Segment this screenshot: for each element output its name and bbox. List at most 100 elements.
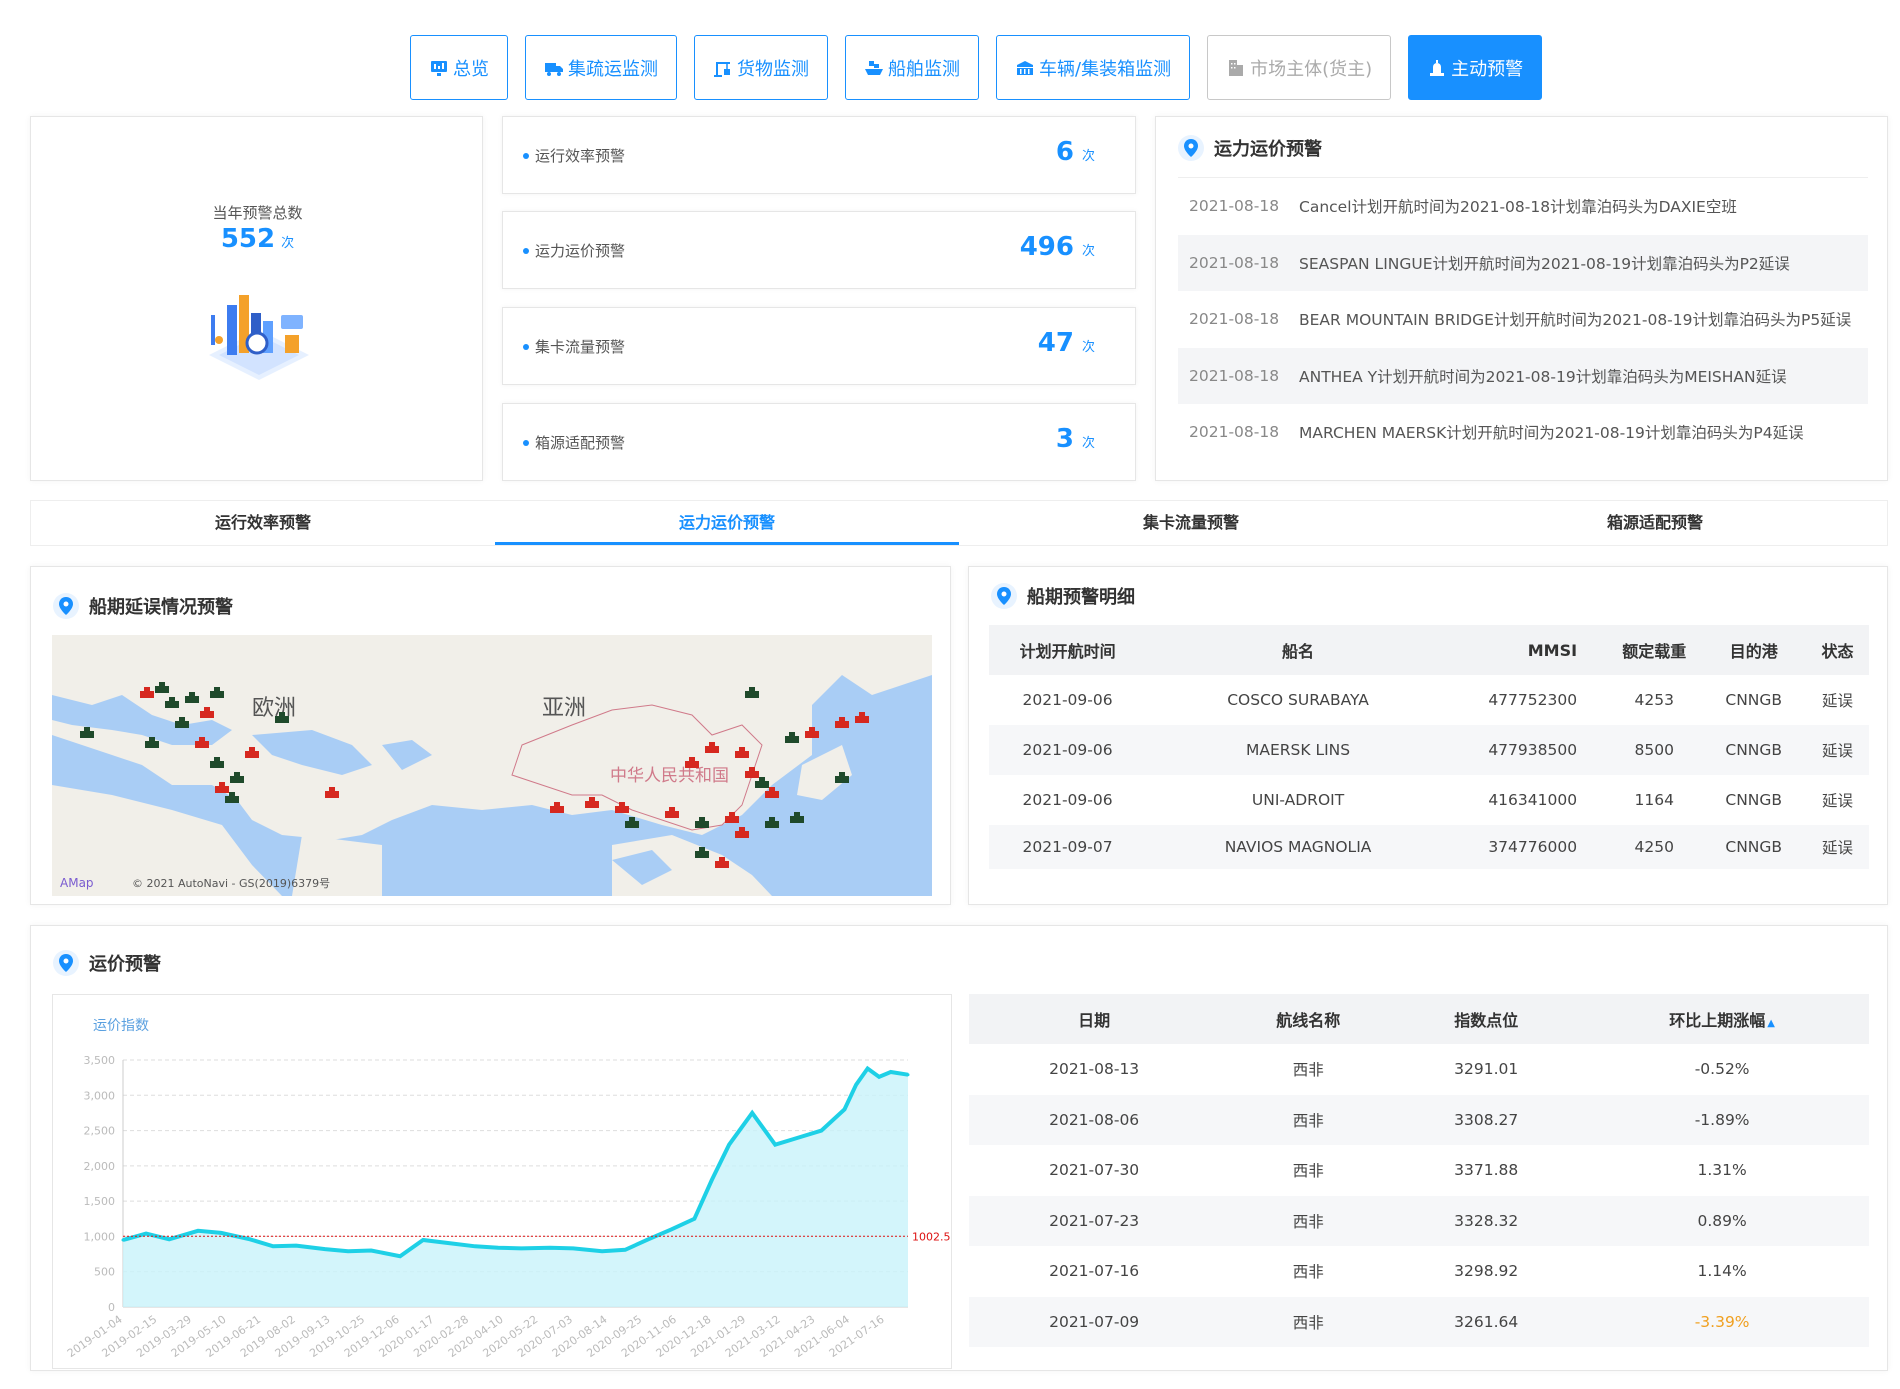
- table-cell: NAVIOS MAGNOLIA: [1146, 825, 1450, 869]
- capacity-alert-panel: 运力运价预警 2021-08-18 Cancel计划开航时间为2021-08-18…: [1155, 116, 1888, 481]
- data-point: [796, 1136, 800, 1140]
- nav-button-6[interactable]: 主动预警: [1408, 35, 1543, 100]
- nav-button-1[interactable]: 集疏运监测: [525, 35, 677, 100]
- tab-2[interactable]: 集卡流量预警: [959, 501, 1423, 545]
- count-card-container[interactable]: 箱源适配预警 3次: [502, 403, 1136, 481]
- nav-button-label: 车辆/集装箱监测: [1039, 58, 1172, 80]
- data-point: [144, 1232, 148, 1236]
- table-cell: 4253: [1634, 691, 1674, 709]
- column-header[interactable]: 指数点位: [1397, 994, 1576, 1044]
- table-cell: 416341000: [1488, 791, 1578, 809]
- tab-1[interactable]: 运力运价预警: [495, 501, 959, 545]
- column-header[interactable]: 环比上期涨幅 ▲: [1575, 994, 1869, 1044]
- alert-date: 2021-08-18: [1189, 197, 1280, 216]
- column-header[interactable]: 航线名称: [1219, 994, 1398, 1044]
- table-cell: 1.14%: [1697, 1262, 1747, 1281]
- table-cell: 477938500: [1449, 725, 1608, 775]
- column-header[interactable]: 计划开航时间: [989, 625, 1147, 675]
- table-row[interactable]: 2021-09-06 MAERSK LINS 477938500 8500 CNNGB 延…: [989, 725, 1869, 775]
- nav-button-4[interactable]: 车辆/集装箱监测: [996, 35, 1191, 100]
- nav-button-2[interactable]: 货物监测: [694, 35, 828, 100]
- table-row[interactable]: 2021-07-09 西非 3261.64 -3.39%: [969, 1296, 1869, 1347]
- data-point: [710, 1178, 714, 1182]
- table-row[interactable]: 2021-09-06 UNI-ADROIT 416341000 1164 CNNGB 延误: [989, 775, 1869, 825]
- alert-text: SEASPAN LINGUE计划开航时间为2021-08-19计划靠泊码头为P2…: [1299, 254, 1790, 273]
- building-icon: [1226, 58, 1246, 78]
- alert-list: 2021-08-18 Cancel计划开航时间为2021-08-18计划靠泊码头为…: [1178, 177, 1868, 461]
- map-label-china: 中华人民共和国: [610, 766, 729, 786]
- location-pin-icon: [991, 583, 1017, 609]
- table-row[interactable]: 2021-07-16 西非 3298.92 1.14%: [969, 1246, 1869, 1297]
- count-card-label: 集卡流量预警: [535, 338, 626, 356]
- count-card-label: 箱源适配预警: [535, 434, 626, 452]
- y-tick-label: 500: [94, 1266, 115, 1279]
- alert-list-item[interactable]: 2021-08-18 MARCHEN MAERSK计划开航时间为2021-08-1…: [1178, 404, 1868, 461]
- column-header[interactable]: 日期: [969, 994, 1220, 1044]
- data-point: [843, 1107, 847, 1111]
- alert-date: 2021-08-18: [1189, 366, 1280, 385]
- data-point: [906, 1073, 910, 1077]
- sort-icon[interactable]: ▲: [1767, 1018, 1775, 1029]
- amap-logo-icon: AMap: [60, 876, 94, 890]
- alert-list-item[interactable]: 2021-08-18 SEASPAN LINGUE计划开航时间为2021-08-1…: [1178, 234, 1868, 291]
- data-point: [866, 1066, 870, 1070]
- alert-list-item[interactable]: 2021-08-18 Cancel计划开航时间为2021-08-18计划靠泊码头为…: [1178, 178, 1868, 235]
- alert-text: ANTHEA Y计划开航时间为2021-08-19计划靠泊码头为MEISHAN延…: [1299, 367, 1787, 386]
- table-cell: 西非: [1292, 1263, 1324, 1282]
- count-card-truck[interactable]: 集卡流量预警 47 次: [502, 307, 1136, 385]
- bullet-dot-icon: [523, 343, 529, 350]
- data-point: [450, 1241, 454, 1245]
- count-card-value: 3: [1055, 424, 1074, 454]
- tab-0[interactable]: 运行效率预警: [31, 501, 495, 545]
- count-card-capacity[interactable]: 运力运价预警 496 次: [502, 211, 1136, 289]
- table-cell: -1.89%: [1575, 1094, 1869, 1145]
- table-cell: 西非: [1292, 1162, 1324, 1181]
- column-header[interactable]: MMSI: [1449, 625, 1608, 675]
- y-tick-label: 2,000: [84, 1160, 116, 1173]
- table-cell: 西非: [1219, 1094, 1398, 1145]
- alert-list-item[interactable]: 2021-08-18 ANTHEA Y计划开航时间为2021-08-19计划靠泊码…: [1178, 347, 1868, 404]
- total-warning-panel: 当年预警总数 552 次: [30, 116, 483, 481]
- data-point: [548, 1246, 552, 1250]
- alert-text: BEAR MOUNTAIN BRIDGE计划开航时间为2021-08-19计划靠…: [1299, 311, 1852, 330]
- alert-list-item[interactable]: 2021-08-18 BEAR MOUNTAIN BRIDGE计划开航时间为202…: [1178, 291, 1868, 348]
- tab-3[interactable]: 箱源适配预警: [1423, 501, 1887, 545]
- table-cell: 0.89%: [1575, 1195, 1869, 1246]
- total-warning-value: 552 次: [31, 224, 484, 254]
- table-cell: COSCO SURABAYA: [1227, 691, 1369, 709]
- table-row[interactable]: 2021-09-07 NAVIOS MAGNOLIA 374776000 4250 CN…: [989, 825, 1869, 869]
- alert-text: MARCHEN MAERSK计划开航时间为2021-08-19计划靠泊码头为P4…: [1299, 424, 1804, 443]
- table-row[interactable]: 2021-07-23 西非 3328.32 0.89%: [969, 1195, 1869, 1246]
- table-row[interactable]: 2021-08-13 西非 3291.01 -0.52%: [969, 1044, 1869, 1095]
- series-area: [123, 1068, 908, 1307]
- column-header[interactable]: 目的港: [1701, 625, 1807, 675]
- nav-button-5[interactable]: 市场主体(货主): [1207, 35, 1392, 100]
- table-cell: 2021-08-13: [1049, 1060, 1140, 1079]
- column-header[interactable]: 额定载重: [1607, 625, 1702, 675]
- column-header[interactable]: 船名: [1146, 625, 1450, 675]
- alert-date: 2021-08-18: [1189, 310, 1280, 329]
- data-point: [473, 1244, 477, 1248]
- warning-tabs: 运行效率预警 运力运价预警 集卡流量预警 箱源适配预警: [30, 500, 1888, 546]
- nav-button-label: 市场主体(货主): [1250, 58, 1373, 80]
- column-header-label: 日期: [1078, 1011, 1111, 1030]
- panel-title: 运力运价预警: [1214, 139, 1322, 160]
- map-copyright: © 2021 AutoNavi - GS(2019)6379号: [132, 877, 330, 890]
- count-card-efficiency[interactable]: 运行效率预警 6次: [502, 116, 1136, 194]
- y-tick-label: 1,500: [84, 1195, 116, 1208]
- data-point: [646, 1237, 650, 1241]
- table-cell: 3308.27: [1397, 1094, 1576, 1145]
- table-row[interactable]: 2021-07-30 西非 3371.88 1.31%: [969, 1145, 1869, 1196]
- count-card-value: 47: [1037, 328, 1074, 358]
- count-card-unit: 次: [1081, 340, 1095, 355]
- table-row[interactable]: 2021-08-06 西非 3308.27 -1.89%: [969, 1094, 1869, 1145]
- data-point: [773, 1143, 777, 1147]
- column-header[interactable]: 状态: [1806, 625, 1869, 675]
- world-map[interactable]: 欧洲 亚洲 中华人民共和国 © 2021 AutoNavi - GS(2019)…: [52, 635, 932, 896]
- nav-button-3[interactable]: 船舶监测: [845, 35, 979, 100]
- nav-button-0[interactable]: 总览: [410, 35, 508, 100]
- y-axis-label: 运价指数: [93, 1018, 149, 1034]
- monitor-icon: [429, 58, 449, 78]
- map-label-asia: 亚洲: [542, 696, 586, 721]
- table-row[interactable]: 2021-09-06 COSCO SURABAYA 477752300 4253 CNN…: [989, 675, 1869, 725]
